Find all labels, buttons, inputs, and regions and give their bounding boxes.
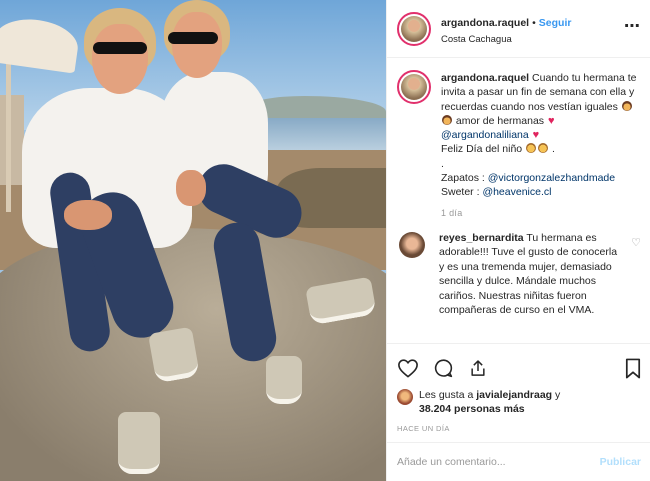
sunglasses-right: [168, 32, 218, 44]
separator-dot: •: [532, 17, 536, 29]
likes-prefix: Les gusta a: [419, 389, 474, 401]
shoe-left-b: [147, 326, 201, 384]
author-avatar[interactable]: [397, 12, 431, 46]
face-left: [92, 24, 148, 94]
likes-text: Les gusta a javialejandraag y 38.204 per…: [419, 388, 560, 416]
photo-building: [0, 95, 24, 185]
caption-text-3: Feliz Día del niño: [441, 143, 523, 156]
like-heart-icon[interactable]: [397, 358, 419, 378]
bookmark-icon[interactable]: [625, 358, 641, 379]
liker-avatar[interactable]: [397, 389, 413, 405]
caption-text-4: .: [551, 143, 555, 156]
sunglasses-left: [93, 42, 147, 54]
post-header: argandona.raquel • Seguir Costa Cachagua ⋯: [387, 0, 650, 58]
caption-username[interactable]: argandona.raquel: [441, 72, 529, 84]
commenter-avatar[interactable]: [399, 231, 425, 258]
hands-left: [64, 200, 112, 230]
red-heart-emoji-icon: ♥: [547, 114, 555, 127]
commenter-username[interactable]: reyes_bernardita: [439, 232, 524, 244]
add-comment-input[interactable]: [397, 456, 600, 468]
caption-text: argandona.raquel Cuando tu hermana te in…: [441, 70, 641, 200]
actions-bar: Les gusta a javialejandraag y 38.204 per…: [387, 343, 650, 433]
sweater-mention-link[interactable]: @heavenice.cl: [482, 186, 551, 198]
post-location[interactable]: Costa Cachagua: [441, 34, 624, 45]
red-heart-emoji-icon: ♥: [532, 129, 540, 142]
comment-row: reyes_bernardita Tu hermana es adorable!…: [397, 230, 641, 318]
shoes-label: Zapatos :: [441, 172, 485, 185]
likes-and: y: [555, 389, 561, 401]
author-username[interactable]: argandona.raquel: [441, 17, 529, 29]
shoes-mention-link[interactable]: @victorgonzalezhandmade: [488, 172, 615, 184]
caption-avatar[interactable]: [397, 70, 431, 104]
share-icon[interactable]: [468, 358, 488, 379]
photo-umbrella-pole: [6, 62, 11, 212]
likes-summary: Les gusta a javialejandraag y 38.204 per…: [397, 388, 641, 416]
comment-bubble-icon[interactable]: [433, 358, 454, 379]
hands-right: [176, 170, 206, 206]
caption-text-2: amor de hermanas: [455, 114, 545, 127]
face-right: [172, 12, 222, 78]
more-options-icon[interactable]: ⋯: [624, 12, 641, 36]
child-emoji-icon: [538, 143, 549, 154]
child-emoji-icon: [526, 143, 537, 154]
likes-count[interactable]: 38.204 personas más: [419, 403, 525, 415]
add-comment-bar: Publicar: [387, 442, 650, 481]
like-comment-heart-icon[interactable]: ♡: [631, 236, 641, 249]
caption-timestamp[interactable]: 1 día: [441, 208, 641, 218]
caption-row: argandona.raquel Cuando tu hermana te in…: [397, 70, 641, 200]
liker-username[interactable]: javialejandraag: [476, 389, 552, 401]
girls-emoji-icon: [621, 100, 632, 111]
post-sidebar: argandona.raquel • Seguir Costa Cachagua ⋯…: [386, 0, 650, 481]
comments-section: argandona.raquel Cuando tu hermana te in…: [387, 58, 650, 343]
author-avatar-image: [401, 16, 427, 42]
post-comment-button[interactable]: Publicar: [600, 456, 641, 468]
comment-body: Tu hermana es adorable!!! Tuve el gusto …: [439, 231, 618, 317]
mention-link[interactable]: @argandonaliliana: [441, 129, 529, 141]
caption-avatar-image: [401, 74, 427, 100]
shoe-right-b: [266, 356, 302, 404]
comment-text: reyes_bernardita Tu hermana es adorable!…: [439, 230, 617, 318]
action-icons: [397, 356, 641, 380]
sweater-label: Sweter :: [441, 186, 480, 199]
post-date[interactable]: HACE UN DÍA: [397, 424, 641, 433]
follow-button[interactable]: Seguir: [539, 17, 572, 29]
header-text: argandona.raquel • Seguir Costa Cachagua: [441, 12, 624, 45]
post-photo[interactable]: [0, 0, 386, 481]
girls-emoji-icon: [442, 114, 452, 125]
shoe-left-a: [118, 412, 160, 474]
caption-text-5: .: [441, 157, 444, 170]
